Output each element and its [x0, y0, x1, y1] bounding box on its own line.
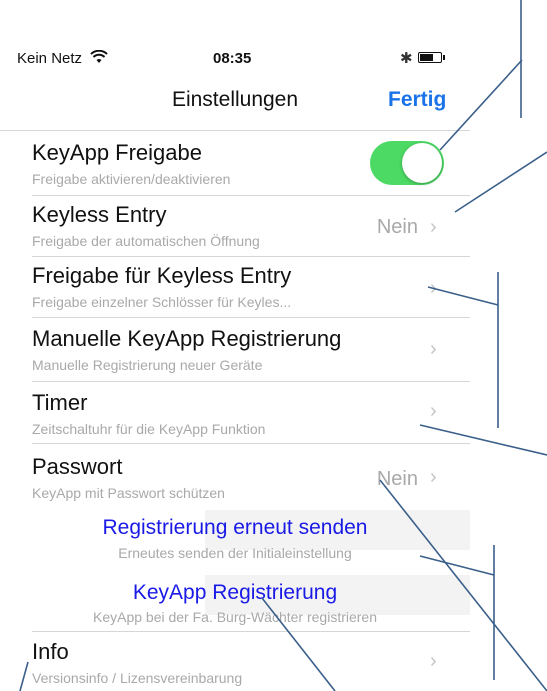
- annotation-line: [439, 59, 523, 151]
- annotation-line: [261, 597, 336, 691]
- annotation-line: [379, 479, 547, 691]
- annotation-lines: [19, 0, 547, 691]
- annotation-line: [427, 286, 499, 306]
- annotation-line: [454, 151, 547, 213]
- annotation-line: [419, 424, 547, 456]
- annotation-line: [419, 555, 495, 576]
- annotation-line: [19, 661, 29, 691]
